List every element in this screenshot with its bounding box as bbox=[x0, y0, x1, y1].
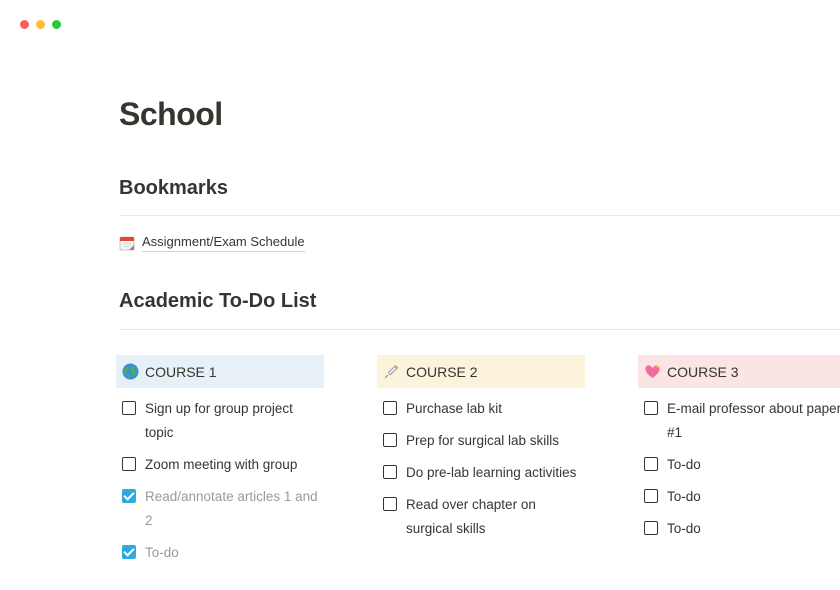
todo-checkbox[interactable] bbox=[383, 433, 397, 447]
globe-icon bbox=[122, 363, 139, 380]
todo-checkbox[interactable] bbox=[644, 489, 658, 503]
course-1-column: COURSE 1 Sign up for group project topic… bbox=[116, 355, 346, 573]
minimize-window-button[interactable] bbox=[36, 20, 45, 29]
todo-checkbox-checked[interactable] bbox=[122, 545, 136, 559]
todo-text[interactable]: Sign up for group project topic bbox=[145, 397, 320, 445]
todo-heading[interactable]: Academic To-Do List bbox=[119, 290, 316, 313]
todo-text[interactable]: Purchase lab kit bbox=[406, 397, 581, 421]
todo-checkbox[interactable] bbox=[644, 521, 658, 535]
todo-checkbox[interactable] bbox=[383, 465, 397, 479]
todo-item: Sign up for group project topic bbox=[116, 397, 346, 445]
todo-item: To-do bbox=[638, 485, 840, 509]
todo-item: To-do bbox=[638, 453, 840, 477]
todo-columns: COURSE 1 Sign up for group project topic… bbox=[116, 355, 840, 590]
close-window-button[interactable] bbox=[20, 20, 29, 29]
bookmarks-divider bbox=[119, 215, 840, 216]
todo-item: To-do bbox=[638, 517, 840, 541]
course-2-title: COURSE 2 bbox=[406, 363, 478, 380]
todo-text[interactable]: To-do bbox=[667, 485, 840, 509]
todo-checkbox[interactable] bbox=[383, 497, 397, 511]
todo-text[interactable]: To-do bbox=[145, 541, 320, 565]
window-controls bbox=[20, 20, 61, 29]
bookmark-assignment-exam-schedule[interactable]: Assignment/Exam Schedule bbox=[119, 233, 305, 252]
syringe-icon bbox=[383, 363, 400, 380]
todo-item: Read/annotate articles 1 and 2 bbox=[116, 485, 346, 533]
bookmark-label: Assignment/Exam Schedule bbox=[142, 233, 305, 252]
todo-text[interactable]: To-do bbox=[667, 453, 840, 477]
todo-divider bbox=[119, 329, 840, 330]
todo-text[interactable]: Zoom meeting with group bbox=[145, 453, 320, 477]
todo-item: Zoom meeting with group bbox=[116, 453, 346, 477]
notion-page: School Bookmarks Assignment/Exam Schedul… bbox=[0, 0, 840, 590]
heart-icon bbox=[644, 363, 661, 380]
course-3-column: COURSE 3 E-mail professor about paper #1… bbox=[638, 355, 840, 549]
todo-text[interactable]: E-mail professor about paper #1 bbox=[667, 397, 840, 445]
todo-item: Read over chapter on surgical skills bbox=[377, 493, 607, 541]
todo-text[interactable]: Read/annotate articles 1 and 2 bbox=[145, 485, 320, 533]
course-2-header[interactable]: COURSE 2 bbox=[377, 355, 585, 388]
todo-item: Do pre-lab learning activities bbox=[377, 461, 607, 485]
maximize-window-button[interactable] bbox=[52, 20, 61, 29]
course-3-title: COURSE 3 bbox=[667, 363, 739, 380]
course-3-header[interactable]: COURSE 3 bbox=[638, 355, 840, 388]
course-3-todo-list: E-mail professor about paper #1 To-do To… bbox=[638, 397, 840, 541]
todo-item: Purchase lab kit bbox=[377, 397, 607, 421]
calendar-icon bbox=[119, 235, 135, 251]
todo-checkbox[interactable] bbox=[644, 401, 658, 415]
todo-checkbox[interactable] bbox=[122, 457, 136, 471]
todo-text[interactable]: Do pre-lab learning activities bbox=[406, 461, 581, 485]
bookmarks-heading[interactable]: Bookmarks bbox=[119, 177, 228, 200]
page-title[interactable]: School bbox=[119, 96, 223, 133]
course-1-header[interactable]: COURSE 1 bbox=[116, 355, 324, 388]
todo-item: To-do bbox=[116, 541, 346, 565]
course-2-todo-list: Purchase lab kit Prep for surgical lab s… bbox=[377, 397, 607, 541]
todo-item: Prep for surgical lab skills bbox=[377, 429, 607, 453]
todo-checkbox[interactable] bbox=[122, 401, 136, 415]
course-1-todo-list: Sign up for group project topic Zoom mee… bbox=[116, 397, 346, 565]
todo-text[interactable]: Prep for surgical lab skills bbox=[406, 429, 581, 453]
todo-checkbox[interactable] bbox=[644, 457, 658, 471]
todo-item: E-mail professor about paper #1 bbox=[638, 397, 840, 445]
todo-text[interactable]: To-do bbox=[667, 517, 840, 541]
todo-text[interactable]: Read over chapter on surgical skills bbox=[406, 493, 581, 541]
course-1-title: COURSE 1 bbox=[145, 363, 217, 380]
todo-checkbox[interactable] bbox=[383, 401, 397, 415]
course-2-column: COURSE 2 Purchase lab kit Prep for surgi… bbox=[377, 355, 607, 549]
todo-checkbox-checked[interactable] bbox=[122, 489, 136, 503]
